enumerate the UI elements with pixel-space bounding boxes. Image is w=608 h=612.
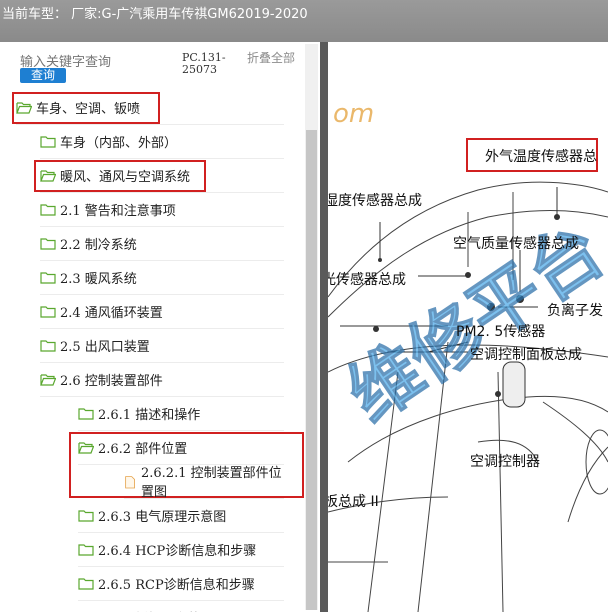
- tree-item[interactable]: 2.3 暖风系统: [40, 260, 284, 295]
- tree-item-label: 2.6 控制装置部件: [60, 373, 163, 389]
- tree-item-label: 2.3 暖风系统: [60, 271, 137, 287]
- tree-item[interactable]: 2.6 控制装置部件: [40, 362, 284, 397]
- label-air-quality-sensor: 空气质量传感器总成: [453, 236, 579, 252]
- tree-item[interactable]: 2.6.1 描述和操作: [78, 396, 284, 431]
- tree-item-label: 2.6.6 拆卸与安装: [98, 608, 200, 612]
- tree-item[interactable]: 2.4 通风循环装置: [40, 294, 284, 329]
- tree-item-label: 2.1 警告和注意事项: [60, 203, 176, 219]
- folder-icon: [40, 237, 60, 250]
- tree-item[interactable]: 2.6.2.1 控制装置部件位置图: [124, 464, 284, 500]
- scrollbar-thumb[interactable]: [306, 130, 317, 610]
- label-humidity-sensor: 湿度传感器总成: [328, 193, 422, 209]
- folder-icon: [40, 339, 60, 352]
- tree-item[interactable]: 2.6.5 RCP诊断信息和步骤: [78, 566, 284, 601]
- folder-icon: [78, 543, 98, 556]
- label-board-assembly: 板总成 II: [328, 494, 379, 510]
- search-input[interactable]: [20, 54, 170, 69]
- tree-item[interactable]: 2.6.4 HCP诊断信息和步骤: [78, 532, 284, 567]
- tree-item[interactable]: 2.6.3 电气原理示意图: [78, 498, 284, 533]
- folder-open-icon: [40, 373, 60, 386]
- watermark-small: om: [333, 99, 374, 129]
- folder-icon: [40, 271, 60, 284]
- document-icon: [124, 474, 141, 489]
- tree-item-label: 车身（内部、外部）: [60, 135, 178, 151]
- window-title: 当前车型： 厂家:G-广汽乘用车传祺GM62019-2020: [2, 7, 308, 22]
- tree-item-label: 2.4 通风循环装置: [60, 305, 163, 321]
- highlight-box: [34, 160, 206, 192]
- tree-item[interactable]: 2.1 警告和注意事项: [40, 192, 284, 227]
- title-bar: 当前车型： 厂家:G-广汽乘用车传祺GM62019-2020: [0, 0, 608, 42]
- folder-icon: [40, 203, 60, 216]
- diagram-viewer: 维修平台 om 外气温度传感器总 湿度传感器总成 空气质量传感器总成 光传感器总…: [328, 42, 608, 612]
- tree-item[interactable]: 2.6.6 拆卸与安装: [78, 600, 284, 612]
- tree-item-label: 2.6.5 RCP诊断信息和步骤: [98, 577, 255, 593]
- tree-item[interactable]: 2.2 制冷系统: [40, 226, 284, 261]
- tree-item-label: 2.6.2.1 控制装置部件位置图: [141, 466, 282, 500]
- tree-item-label: 2.6.3 电气原理示意图: [98, 509, 227, 525]
- tree-item-label: 2.6.4 HCP诊断信息和步骤: [98, 543, 257, 559]
- folder-icon: [40, 305, 60, 318]
- tree-item[interactable]: 车身（内部、外部）: [40, 124, 284, 159]
- folder-icon: [78, 509, 98, 522]
- tree-item-label: 2.2 制冷系统: [60, 237, 137, 253]
- label-pm25-sensor: PM2. 5传感器: [456, 324, 546, 340]
- label-outside-temp-sensor: 外气温度传感器总: [485, 149, 597, 165]
- tree-item[interactable]: 2.5 出风口装置: [40, 328, 284, 363]
- folder-icon: [78, 577, 98, 590]
- sidebar-scrollbar[interactable]: [305, 44, 318, 610]
- search-button[interactable]: 查询: [20, 68, 66, 83]
- tree-item-label: 2.5 出风口装置: [60, 339, 150, 355]
- highlight-box: [12, 92, 160, 124]
- label-ac-controller: 空调控制器: [470, 454, 540, 470]
- search-area: 查询 PC.131-25073 折叠全部: [0, 42, 320, 86]
- pane-splitter[interactable]: [320, 42, 328, 612]
- label-ac-panel: 空调控制面板总成: [470, 347, 582, 363]
- tree-item-label: 2.6.1 描述和操作: [98, 407, 201, 423]
- pc-code-label: PC.131-25073: [182, 51, 226, 76]
- label-anion-generator: 负离子发: [547, 303, 603, 319]
- label-light-sensor: 光传感器总成: [328, 272, 406, 288]
- collapse-all-link[interactable]: 折叠全部: [247, 52, 295, 65]
- folder-icon: [78, 407, 98, 420]
- folder-icon: [40, 135, 60, 148]
- sidebar: 查询 PC.131-25073 折叠全部 车身、空调、钣喷车身（内部、外部）暖风…: [0, 42, 320, 612]
